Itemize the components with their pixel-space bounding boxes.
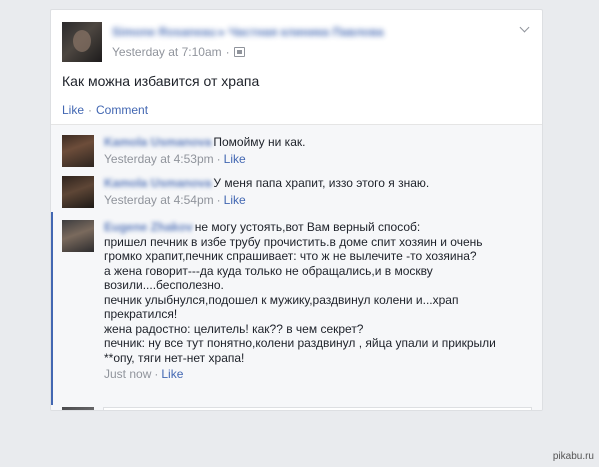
post-meta-separator: · [225, 45, 230, 59]
post-author-name[interactable]: Simone Rosaneau [112, 25, 216, 39]
comment-body: Kamola Usmanova Помойму ни как. Yesterday… [104, 135, 534, 166]
comment-line: громко храпит,печник спрашивает: что ж н… [104, 249, 477, 263]
post-group-name[interactable]: Частная клиника Павлова [229, 25, 384, 39]
comment-meta-separator: · [216, 192, 221, 207]
commenter-avatar[interactable] [62, 220, 94, 252]
comment-line: Kamola Usmanova У меня папа храпит, иззо … [104, 176, 534, 191]
post-header: Simone Rosaneau ▸ Частная клиника Павлов… [62, 22, 532, 72]
comment-meta: Yesterday at 4:54pm · Like [104, 193, 534, 208]
comment-line: жена радостно: целитель! как?? в чем сек… [104, 321, 364, 336]
post-group-arrow: ▸ [219, 25, 229, 39]
comment-meta-separator: · [154, 367, 159, 381]
post-meta: Yesterday at 7:10am · [112, 45, 245, 59]
post-actions: Like · Comment [62, 103, 148, 117]
comment-text: не могу устоять,вот Вам верный способ: [194, 220, 421, 234]
post-timestamp[interactable]: Yesterday at 7:10am [112, 45, 222, 59]
commenter-avatar[interactable] [62, 135, 94, 167]
comment-input[interactable] [103, 407, 532, 410]
comment-line: прекратился! [104, 307, 178, 321]
commenter-name[interactable]: Kamola Usmanova [104, 135, 211, 150]
watermark: pikabu.ru [552, 451, 594, 462]
post-text: Как можна избавится от храпа [62, 73, 260, 89]
post-author-line[interactable]: Simone Rosaneau ▸ Частная клиника Павлов… [112, 25, 462, 39]
comment-time[interactable]: Yesterday at 4:54pm [104, 193, 214, 207]
comment-line: Kamola Usmanova Помойму ни как. [104, 135, 534, 150]
post-actions-separator: · [88, 103, 93, 117]
comment-line: **опу, тяги нет-нет храпа! [104, 350, 245, 365]
comment-like-button[interactable]: Like [161, 367, 183, 381]
comment-line: печник улыбнулся,подошел к мужику,раздви… [104, 292, 459, 307]
comment-meta-separator: · [216, 151, 221, 166]
comment-meta: Yesterday at 4:53pm · Like [104, 152, 534, 167]
comment-meta: Just now · Like [104, 367, 534, 382]
commenter-avatar[interactable] [62, 176, 94, 208]
commenter-name[interactable]: Eugene Zhakov [104, 220, 193, 235]
comment-time[interactable]: Yesterday at 4:53pm [104, 152, 214, 166]
comment-body: Kamola Usmanova У меня папа храпит, иззо … [104, 176, 534, 207]
comment-line: а жена говорит---да куда только не обращ… [104, 263, 433, 278]
reply-box [62, 407, 532, 410]
comment-line: Eugene Zhakov не могу устоять,вот Вам вер… [104, 220, 534, 235]
globe-icon[interactable] [233, 47, 245, 57]
comments-section: Kamola Usmanova Помойму ни как. Yesterday… [51, 124, 542, 410]
chevron-down-icon[interactable] [518, 22, 532, 36]
new-comment-highlight [51, 212, 53, 405]
comment-like-button[interactable]: Like [224, 193, 246, 207]
comment-text: У меня папа храпит, иззо этого я знаю. [213, 176, 430, 190]
post-like-button[interactable]: Like [62, 103, 84, 117]
comment-text: Помойму ни как. [213, 135, 306, 149]
author-avatar[interactable] [62, 22, 102, 62]
comment-body: Eugene Zhakov не могу устоять,вот Вам вер… [104, 220, 534, 382]
post-comment-button[interactable]: Comment [96, 103, 148, 117]
comment-line: печник: ну все тут понятно,колени раздви… [104, 336, 496, 350]
comment-time[interactable]: Just now [104, 367, 151, 381]
commenter-name[interactable]: Kamola Usmanova [104, 176, 211, 191]
comment-line: пришел печник в избе трубу прочистить.в … [104, 234, 483, 249]
comment-like-button[interactable]: Like [224, 152, 246, 166]
comment-line: возили....бесполезно. [104, 278, 224, 292]
current-user-avatar [62, 407, 94, 410]
post-card: Simone Rosaneau ▸ Частная клиника Павлов… [50, 9, 543, 411]
